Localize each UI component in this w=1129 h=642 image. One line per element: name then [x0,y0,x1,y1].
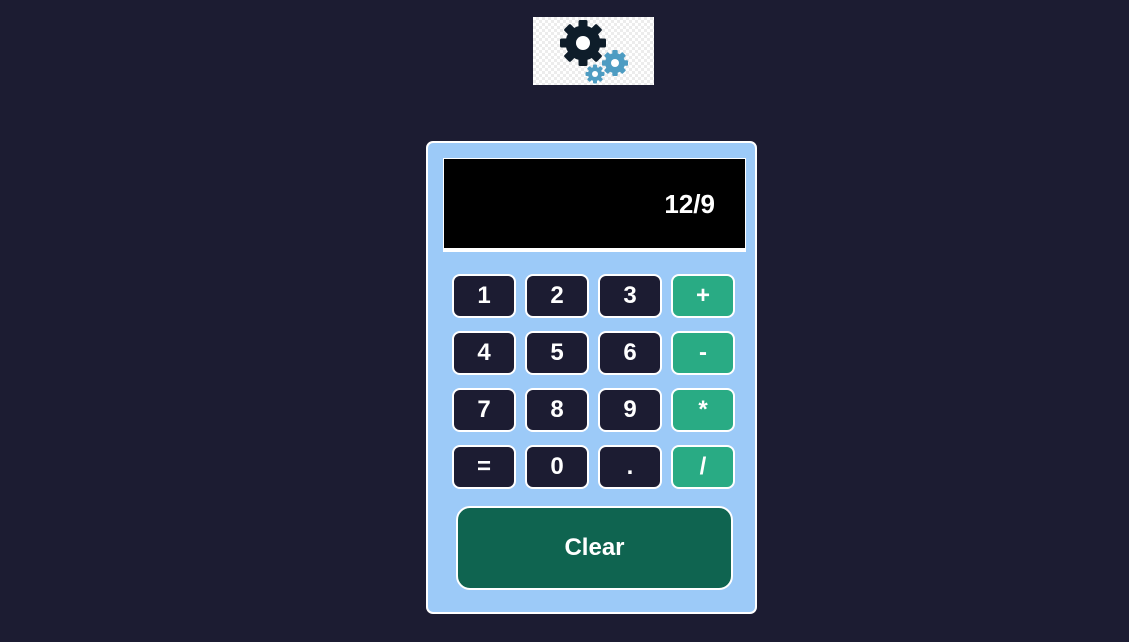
key-1[interactable]: 1 [452,274,516,318]
gears-logo [533,17,654,85]
key-3[interactable]: 3 [598,274,662,318]
key-6[interactable]: 6 [598,331,662,375]
key-8[interactable]: 8 [525,388,589,432]
clear-button[interactable]: Clear [456,506,733,590]
key-subtract[interactable]: - [671,331,735,375]
key-7[interactable]: 7 [452,388,516,432]
key-equals[interactable]: = [452,445,516,489]
key-0[interactable]: 0 [525,445,589,489]
calculator: 12/9 1 2 3 + 4 5 6 - 7 8 9 * = 0 . / Cle… [426,141,757,614]
key-5[interactable]: 5 [525,331,589,375]
key-9[interactable]: 9 [598,388,662,432]
key-add[interactable]: + [671,274,735,318]
gears-icon [560,20,628,84]
calculator-display: 12/9 [443,158,746,252]
key-2[interactable]: 2 [525,274,589,318]
key-multiply[interactable]: * [671,388,735,432]
key-divide[interactable]: / [671,445,735,489]
key-decimal[interactable]: . [598,445,662,489]
display-value: 12/9 [664,189,715,219]
key-4[interactable]: 4 [452,331,516,375]
